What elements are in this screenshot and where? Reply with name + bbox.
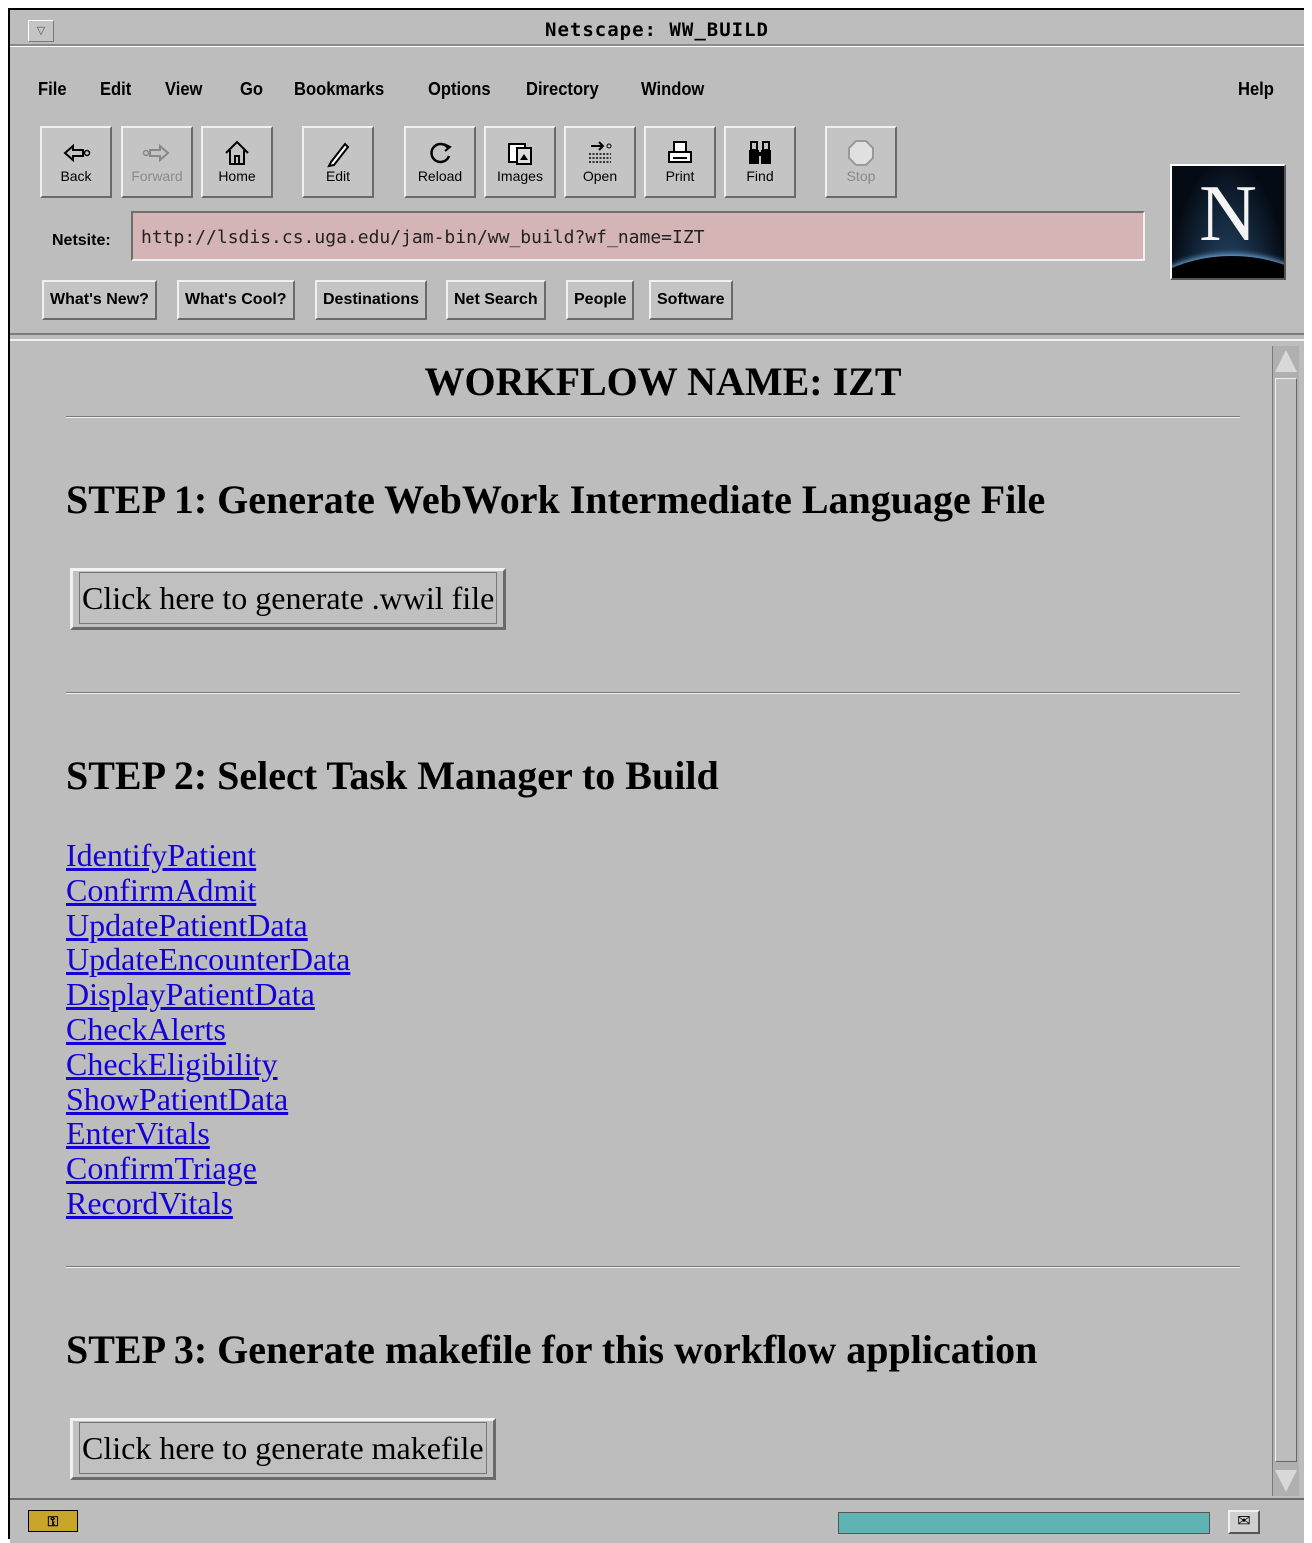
forward-button[interactable]: Forward <box>121 126 193 198</box>
find-button[interactable]: Find <box>724 126 796 198</box>
menu-bar: File Edit View Go Bookmarks Options Dire… <box>10 46 1304 105</box>
find-label: Find <box>746 168 774 184</box>
task-link-record-vitals[interactable]: RecordVitals <box>66 1186 350 1221</box>
binoculars-icon <box>749 141 771 164</box>
reload-label: Reload <box>417 168 463 184</box>
page-content: WORKFLOW NAME: IZT STEP 1: Generate WebW… <box>18 340 1268 1490</box>
divider <box>66 692 1240 694</box>
menu-file[interactable]: File <box>38 79 67 100</box>
task-link-check-alerts[interactable]: CheckAlerts <box>66 1012 350 1047</box>
title-bar[interactable]: ▽ Netscape: WW_BUILD <box>10 10 1304 46</box>
mail-icon[interactable]: ✉ <box>1228 1510 1260 1534</box>
net-search-button[interactable]: Net Search <box>446 280 546 320</box>
reload-button[interactable]: Reload <box>404 126 476 198</box>
menu-help[interactable]: Help <box>1238 79 1274 100</box>
step3-heading: STEP 3: Generate makefile for this workf… <box>66 1327 1038 1372</box>
stop-label: Stop <box>846 168 876 184</box>
window-title: Netscape: WW_BUILD <box>545 19 769 41</box>
scroll-down-arrow-icon[interactable] <box>1275 1470 1297 1492</box>
home-button[interactable]: Home <box>201 126 273 198</box>
home-icon <box>225 140 249 165</box>
task-link-update-encounter-data[interactable]: UpdateEncounterData <box>66 942 350 977</box>
status-bar: ⚿ ✉ <box>10 1498 1304 1543</box>
progress-bar <box>838 1512 1210 1534</box>
logo-letter: N <box>1199 170 1257 258</box>
menu-options[interactable]: Options <box>428 79 491 100</box>
images-icon <box>508 143 532 165</box>
generate-makefile-label: Click here to generate makefile <box>79 1422 487 1474</box>
task-link-confirm-triage[interactable]: ConfirmTriage <box>66 1151 350 1186</box>
menu-directory[interactable]: Directory <box>526 79 599 100</box>
edit-label: Edit <box>325 168 351 184</box>
task-link-show-patient-data[interactable]: ShowPatientData <box>66 1081 350 1117</box>
browser-window: ▽ Netscape: WW_BUILD File Edit View Go B… <box>8 8 1304 1543</box>
menu-window[interactable]: Window <box>641 79 704 100</box>
edit-button[interactable]: Edit <box>302 126 374 198</box>
forward-arrow-icon <box>142 143 170 163</box>
stop-icon <box>848 140 874 166</box>
home-label: Home <box>218 168 256 184</box>
netscape-logo[interactable]: N <box>1170 164 1286 280</box>
software-button[interactable]: Software <box>649 280 733 320</box>
menu-bookmarks[interactable]: Bookmarks <box>294 79 384 100</box>
step1-heading: STEP 1: Generate WebWork Intermediate La… <box>66 477 1046 522</box>
task-link-update-patient-data[interactable]: UpdatePatientData <box>66 907 350 943</box>
netsite-label: Netsite: <box>52 232 111 249</box>
open-button[interactable]: Open <box>564 126 636 198</box>
back-arrow-icon <box>63 143 91 163</box>
destinations-button[interactable]: Destinations <box>315 280 428 320</box>
divider <box>66 416 1240 418</box>
task-link-confirm-admit[interactable]: ConfirmAdmit <box>66 872 350 908</box>
location-field[interactable]: http://lsdis.cs.uga.edu/jam-bin/ww_build… <box>131 211 1145 261</box>
whats-cool-button[interactable]: What's Cool? <box>177 280 295 320</box>
images-label: Images <box>497 168 543 184</box>
people-button[interactable]: People <box>566 280 635 320</box>
vertical-scrollbar[interactable] <box>1272 346 1299 1496</box>
generate-wwil-button[interactable]: Click here to generate .wwil file <box>70 568 507 630</box>
task-link-display-patient-data[interactable]: DisplayPatientData <box>66 977 350 1012</box>
forward-label: Forward <box>131 168 183 184</box>
scroll-up-arrow-icon[interactable] <box>1275 350 1297 372</box>
generate-wwil-label: Click here to generate .wwil file <box>79 572 498 624</box>
menu-go[interactable]: Go <box>240 79 263 100</box>
key-icon[interactable]: ⚿ <box>28 1510 78 1532</box>
task-link-enter-vitals[interactable]: EnterVitals <box>66 1116 350 1151</box>
back-button[interactable]: Back <box>40 126 112 198</box>
print-label: Print <box>665 168 695 184</box>
reload-icon <box>430 142 452 164</box>
logo-earth <box>1172 256 1284 278</box>
back-label: Back <box>60 168 92 184</box>
open-label: Open <box>582 168 618 184</box>
task-link-check-eligibility[interactable]: CheckEligibility <box>66 1046 350 1082</box>
menu-view[interactable]: View <box>165 79 202 100</box>
open-icon <box>589 141 612 163</box>
menu-edit[interactable]: Edit <box>100 79 131 100</box>
step2-heading: STEP 2: Select Task Manager to Build <box>66 753 719 798</box>
images-button[interactable]: Images <box>484 126 556 198</box>
whats-new-button[interactable]: What's New? <box>42 280 157 320</box>
task-link-identify-patient[interactable]: IdentifyPatient <box>66 838 350 873</box>
printer-icon <box>668 141 692 163</box>
pencil-icon <box>327 142 350 168</box>
task-manager-list: IdentifyPatient ConfirmAdmit UpdatePatie… <box>66 838 350 1221</box>
generate-makefile-button[interactable]: Click here to generate makefile <box>70 1418 496 1480</box>
divider <box>66 1266 1240 1268</box>
page-title: WORKFLOW NAME: IZT <box>424 359 902 404</box>
stop-button[interactable]: Stop <box>825 126 897 198</box>
scroll-thumb[interactable] <box>1275 378 1297 1462</box>
print-button[interactable]: Print <box>644 126 716 198</box>
